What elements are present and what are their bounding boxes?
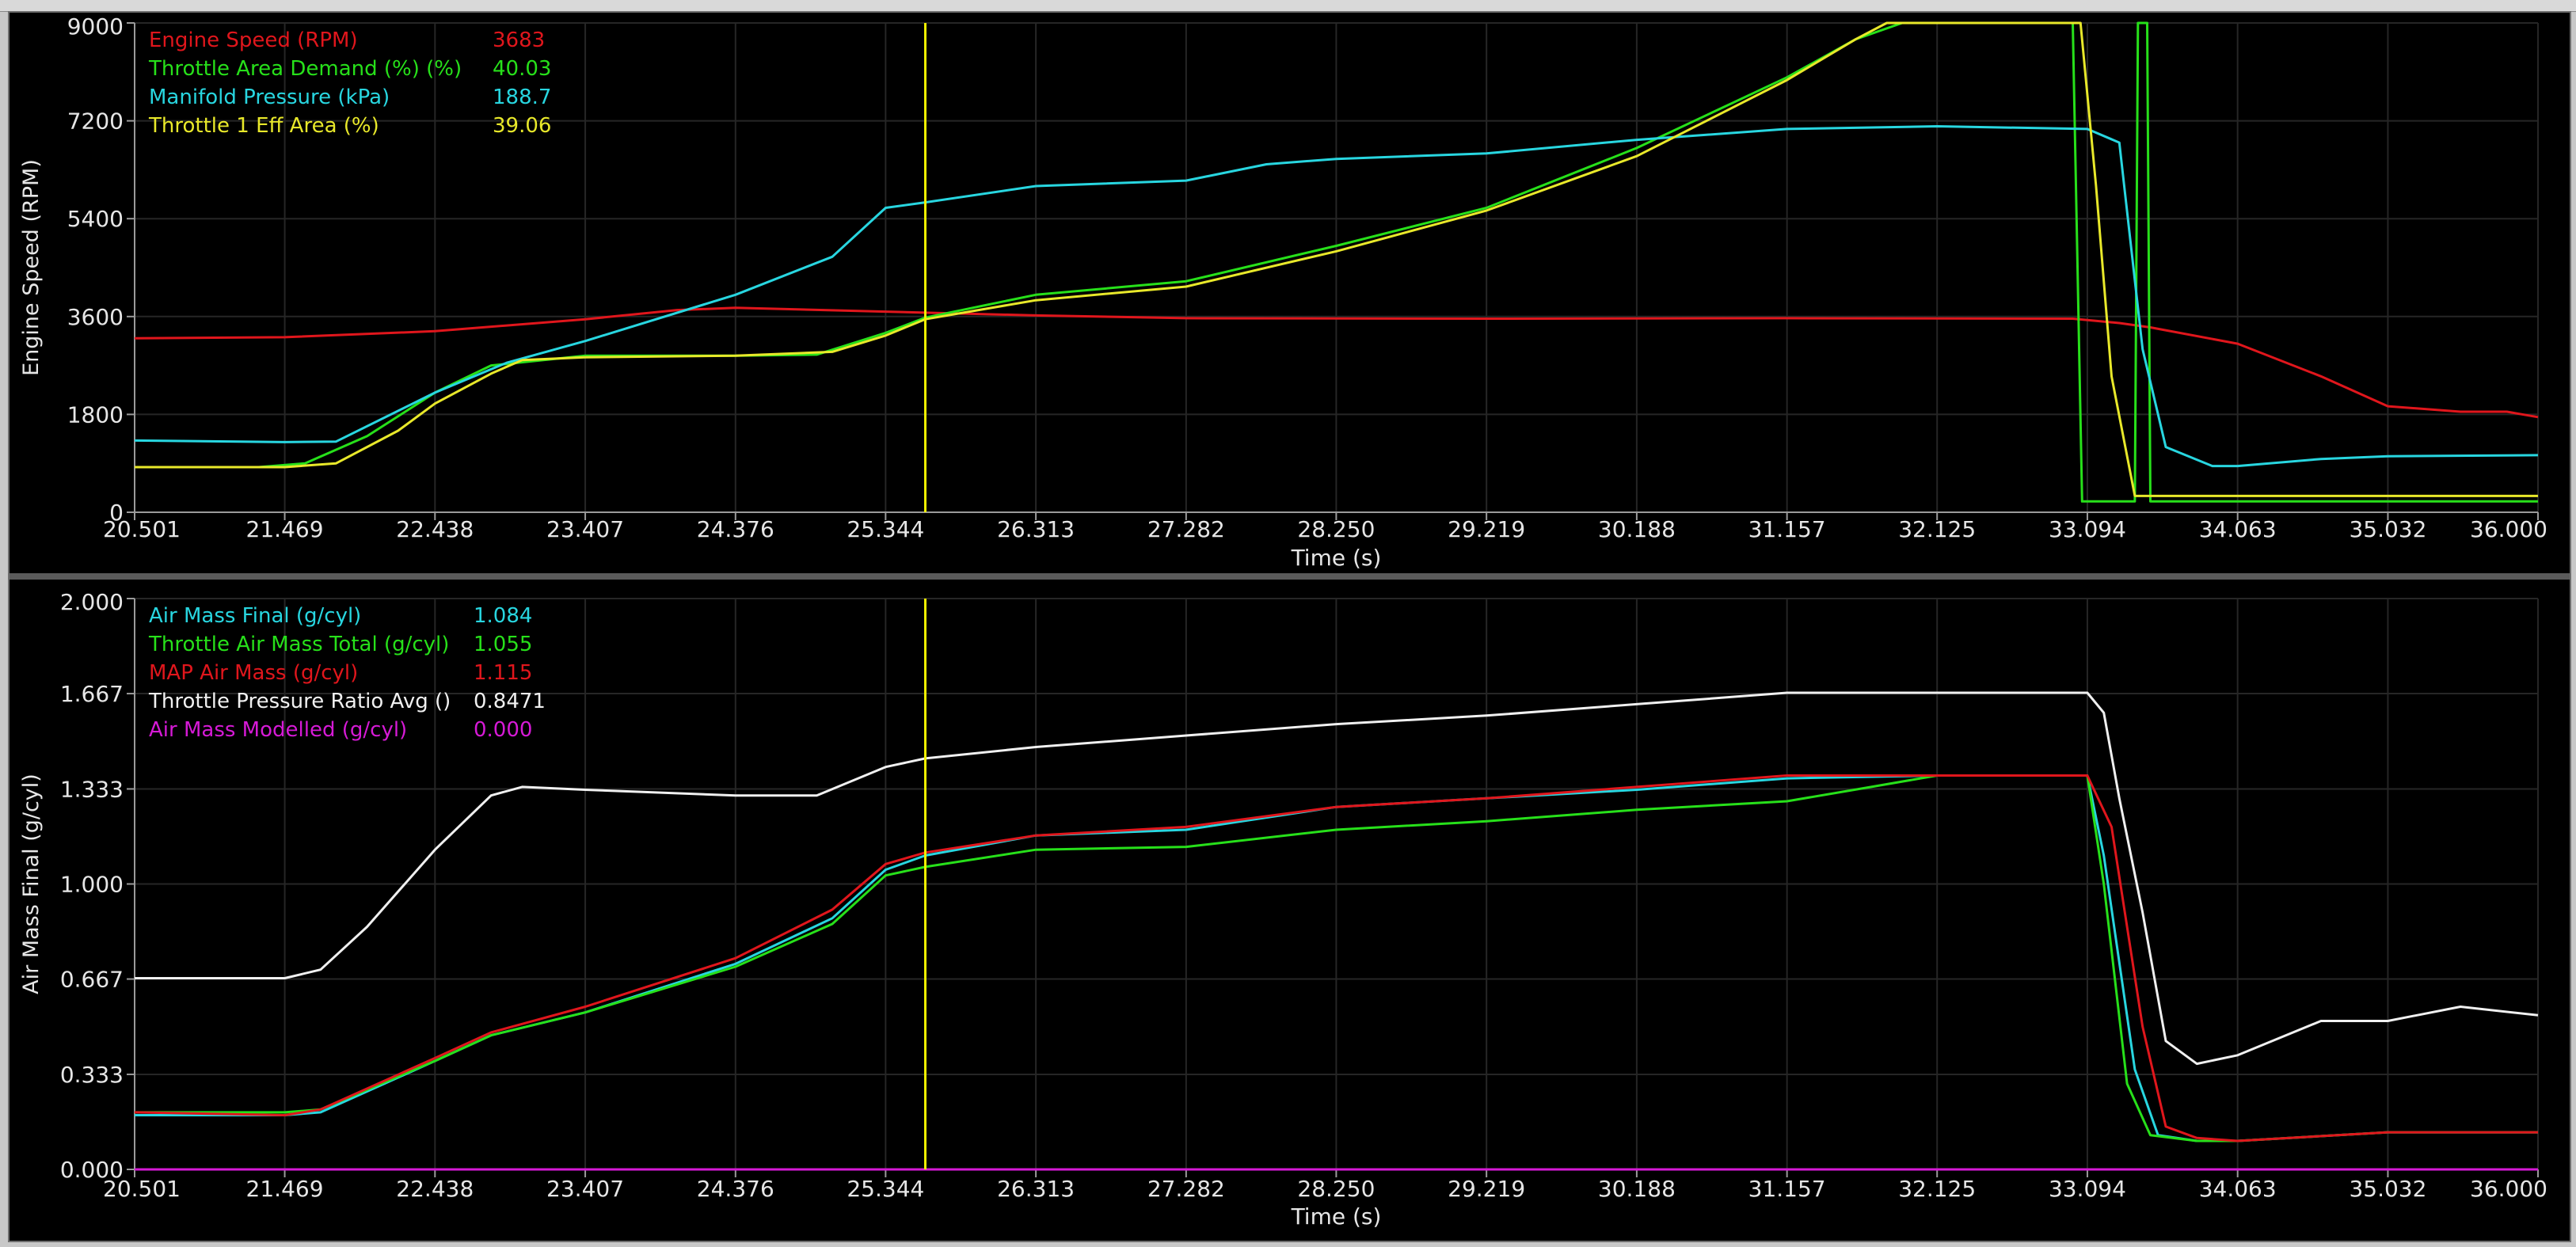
- x-tick-label: 24.376: [697, 1176, 774, 1202]
- legend-value: 0.8471: [474, 690, 546, 713]
- legend-label: Throttle Pressure Ratio Avg (): [148, 690, 451, 713]
- y-tick-label: 0.000: [60, 1157, 124, 1183]
- y-tick-label: 5400: [67, 206, 124, 232]
- x-tick-label: 24.376: [697, 516, 774, 542]
- legend-value: 0.000: [474, 718, 532, 742]
- y-tick-label: 2.000: [60, 589, 124, 615]
- chart-panel-top: Engine Speed (RPM) Time (s) 20.501 21.469…: [19, 13, 2547, 571]
- x-tick-label: 36.000: [2470, 516, 2547, 542]
- y-tick-label: 1.667: [60, 681, 124, 707]
- x-tick-label: 21.469: [246, 1176, 324, 1202]
- x-tick-label: 26.313: [997, 1176, 1075, 1202]
- x-tick-label: 22.438: [396, 516, 474, 542]
- y-tick-label: 7200: [67, 108, 124, 135]
- legend-value: 188.7: [493, 86, 551, 109]
- legend-label: MAP Air Mass (g/cyl): [149, 661, 358, 685]
- legend-label: Throttle Area Demand (%) (%): [148, 57, 462, 81]
- legend-label: Engine Speed (RPM): [149, 29, 358, 52]
- x-tick-label: 23.407: [546, 1176, 624, 1202]
- x-tick-label: 22.438: [396, 1176, 474, 1202]
- x-axis-label: Time (s): [1291, 1203, 1382, 1230]
- legend-value: 1.084: [474, 604, 532, 628]
- x-tick-label: 29.219: [1448, 1176, 1525, 1202]
- x-tick-label: 35.032: [2349, 1176, 2426, 1202]
- x-tick-label: 28.250: [1297, 1176, 1375, 1202]
- x-tick-label: 26.313: [997, 516, 1075, 542]
- y-tick-label: 0.667: [60, 967, 124, 993]
- x-tick-label: 33.094: [2049, 1176, 2126, 1202]
- x-tick-label: 33.094: [2049, 516, 2126, 542]
- chart-canvas: Engine Speed (RPM) Time (s) 20.501 21.469…: [19, 13, 2547, 1230]
- legend-label: Manifold Pressure (kPa): [149, 86, 390, 109]
- x-tick-label: 31.157: [1748, 516, 1826, 542]
- y-tick-label: 1.000: [60, 872, 124, 898]
- x-tick-label: 28.250: [1297, 516, 1375, 542]
- x-axis-label: Time (s): [1291, 545, 1382, 571]
- x-tick-label: 32.125: [1898, 1176, 1976, 1202]
- window-top-strip: [0, 0, 2576, 12]
- x-tick-label: 25.344: [847, 516, 924, 542]
- legend-label: Air Mass Modelled (g/cyl): [149, 718, 407, 742]
- legend-label: Air Mass Final (g/cyl): [149, 604, 361, 628]
- y-axis-label: Engine Speed (RPM): [19, 159, 44, 376]
- x-tick-label: 34.063: [2199, 516, 2277, 542]
- legend-label: Throttle 1 Eff Area (%): [148, 114, 379, 138]
- x-tick-label: 27.282: [1147, 1176, 1225, 1202]
- x-tick-label: 30.188: [1598, 1176, 1676, 1202]
- y-tick-label: 1.333: [60, 776, 124, 802]
- legend-value: 1.055: [474, 633, 532, 656]
- x-tick-label: 29.219: [1448, 516, 1525, 542]
- x-tick-label: 32.125: [1898, 516, 1976, 542]
- x-tick-label: 36.000: [2470, 1176, 2547, 1202]
- y-tick-label: 1800: [67, 401, 124, 428]
- y-tick-label: 0.333: [60, 1062, 124, 1088]
- legend-value: 39.06: [493, 114, 551, 138]
- y-tick-label: 9000: [67, 13, 124, 40]
- x-tick-label: 31.157: [1748, 1176, 1826, 1202]
- x-tick-label: 23.407: [546, 516, 624, 542]
- legend-value: 3683: [493, 29, 545, 52]
- x-tick-label: 25.344: [847, 1176, 924, 1202]
- x-tick-label: 34.063: [2199, 1176, 2277, 1202]
- legend-value: 1.115: [474, 661, 532, 685]
- x-tick-label: 21.469: [246, 516, 324, 542]
- y-tick-label: 0: [109, 500, 124, 526]
- legend-value: 40.03: [493, 57, 551, 81]
- legend-label: Throttle Air Mass Total (g/cyl): [148, 633, 449, 656]
- x-tick-label: 35.032: [2349, 516, 2426, 542]
- chart-panel-bottom: Air Mass Final (g/cyl) Time (s) 20.501 21…: [19, 589, 2547, 1230]
- y-axis-label: Air Mass Final (g/cyl): [19, 774, 44, 994]
- y-tick-label: 3600: [67, 304, 124, 330]
- x-tick-label: 27.282: [1147, 516, 1225, 542]
- x-tick-label: 30.188: [1598, 516, 1676, 542]
